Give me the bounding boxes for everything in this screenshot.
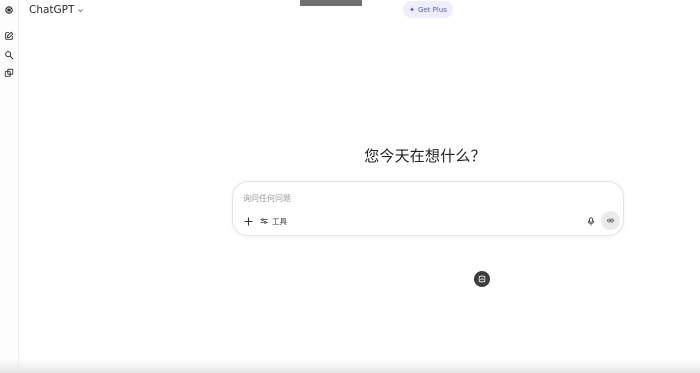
microphone-icon — [587, 216, 595, 226]
image-icon — [478, 275, 486, 283]
headline-text: 您今天在想什么？ — [364, 147, 486, 165]
tools-button[interactable]: 工具 — [260, 214, 287, 228]
voice-mode-icon — [607, 217, 614, 224]
model-switcher[interactable]: ChatGPT — [29, 2, 84, 18]
page-title: 您今天在想什么？ — [0, 145, 700, 166]
search-icon[interactable] — [2, 48, 16, 62]
voice-mode-button[interactable] — [601, 211, 620, 230]
top-indicator-bar — [300, 0, 362, 6]
app-window: ChatGPT ✦ Get Plus 您今天在想什么？ 工具 — [0, 0, 700, 373]
new-chat-icon[interactable] — [2, 29, 16, 43]
sidebar-rail — [0, 0, 19, 373]
tools-icon — [260, 218, 268, 224]
sparkle-icon: ✦ — [409, 5, 415, 14]
model-name: ChatGPT — [29, 4, 75, 16]
floating-action-button[interactable] — [474, 271, 490, 287]
plus-icon — [243, 216, 253, 226]
tools-label: 工具 — [272, 216, 287, 226]
chevron-down-icon — [78, 9, 84, 13]
dictate-button[interactable] — [584, 214, 598, 228]
bottom-fade — [0, 359, 700, 373]
library-icon[interactable] — [2, 66, 16, 80]
add-attachment-button[interactable] — [241, 214, 255, 228]
composer: 工具 — [232, 181, 624, 236]
openai-logo-icon[interactable] — [2, 3, 16, 17]
get-plus-label: Get Plus — [417, 5, 447, 14]
prompt-input[interactable] — [243, 191, 543, 205]
get-plus-button[interactable]: ✦ Get Plus — [403, 1, 453, 18]
